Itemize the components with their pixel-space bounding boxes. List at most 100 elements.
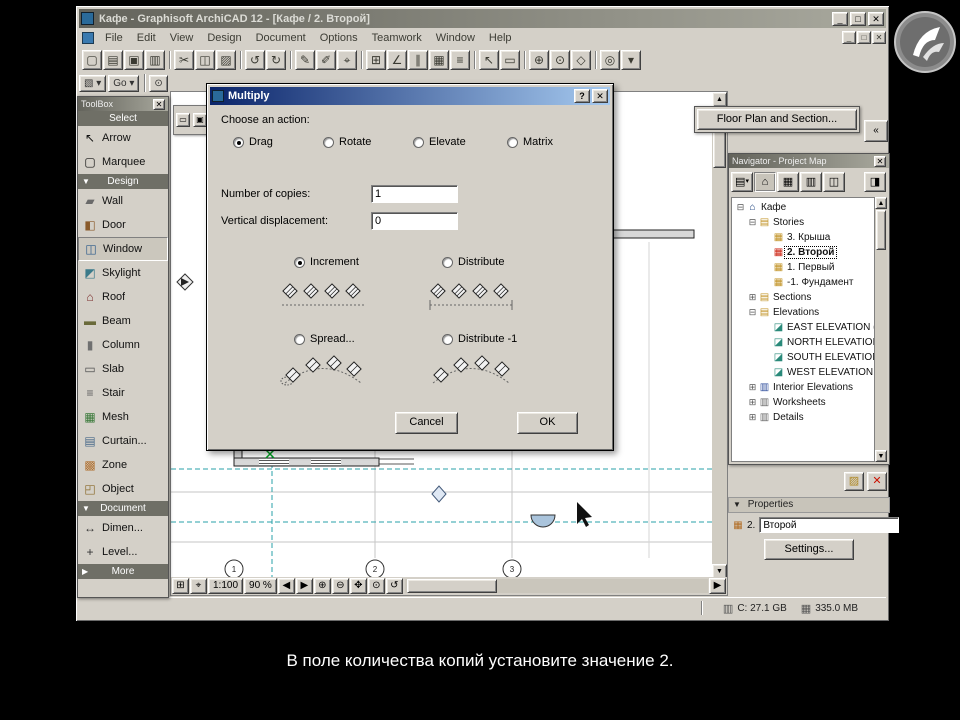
- minimize-button[interactable]: _: [832, 11, 848, 26]
- copies-field[interactable]: [371, 185, 458, 203]
- undo-icon[interactable]: ↺: [245, 50, 265, 70]
- layers-icon[interactable]: ≡: [450, 50, 470, 70]
- zoom-in-icon[interactable]: ⊕: [529, 50, 549, 70]
- vertical-scrollbar[interactable]: ▲ ▼: [712, 92, 727, 579]
- rotate-view-icon[interactable]: ↺: [385, 578, 403, 594]
- tree-item-stories[interactable]: ⊟ ▤ Stories: [732, 215, 874, 230]
- document-icon[interactable]: [82, 31, 94, 44]
- close-button[interactable]: ✕: [868, 11, 884, 26]
- radio-icon[interactable]: [323, 136, 334, 148]
- toolbox-item-mesh[interactable]: ▦ Mesh: [78, 405, 168, 429]
- marquee-tool-icon[interactable]: ▭: [500, 50, 520, 70]
- close-icon[interactable]: ✕: [874, 155, 886, 167]
- tree-item-worksheets[interactable]: ⊞ ▥ Worksheets: [732, 395, 874, 410]
- properties-header[interactable]: ▼ Properties: [728, 497, 890, 513]
- radio-icon[interactable]: [413, 136, 424, 148]
- expand-icon[interactable]: ⊟: [747, 307, 758, 318]
- expand-icon[interactable]: ⊞: [747, 382, 758, 393]
- camera-icon[interactable]: ◎: [600, 50, 620, 70]
- copy-icon[interactable]: ◫: [195, 50, 215, 70]
- close-icon[interactable]: ✕: [153, 98, 165, 110]
- scroll-right-icon[interactable]: ▶: [709, 578, 726, 594]
- menu-options[interactable]: Options: [313, 30, 365, 46]
- grid-snap-icon[interactable]: ▦: [429, 50, 449, 70]
- toolbox-header-document[interactable]: ▼ Document: [78, 501, 168, 516]
- print-icon[interactable]: ▥: [145, 50, 165, 70]
- pen-icon[interactable]: ✎: [295, 50, 315, 70]
- tree-item-story-foundation[interactable]: ▦ -1. Фундамент: [732, 275, 874, 290]
- tree-item-story-3[interactable]: ▦ 3. Крыша: [732, 230, 874, 245]
- zoom-in-icon[interactable]: ⊕: [313, 578, 331, 594]
- expand-icon[interactable]: ⊞: [747, 412, 758, 423]
- expand-icon[interactable]: ⊞: [747, 292, 758, 303]
- menu-help[interactable]: Help: [482, 30, 519, 46]
- menu-window[interactable]: Window: [429, 30, 482, 46]
- toolbox-title-bar[interactable]: ToolBox ✕: [78, 97, 168, 111]
- toolbox-header-select[interactable]: Select: [78, 111, 168, 126]
- toolbox-item-column[interactable]: ▮ Column: [78, 333, 168, 357]
- settings-button[interactable]: Settings...: [764, 539, 854, 560]
- new-file-icon[interactable]: ▢: [82, 50, 102, 70]
- tree-item-sections[interactable]: ⊞ ▤ Sections: [732, 290, 874, 305]
- toolbox-item-level[interactable]: + Level...: [78, 540, 168, 564]
- dialog-title-bar[interactable]: Multiply ? ✕: [210, 87, 610, 105]
- scrollbar-thumb[interactable]: [406, 579, 497, 593]
- new-viewpoint-icon[interactable]: ▨: [844, 471, 864, 491]
- tree-item-story-1[interactable]: ▦ 1. Первый: [732, 260, 874, 275]
- radio-increment[interactable]: Increment: [294, 256, 359, 268]
- radio-icon[interactable]: [442, 256, 453, 268]
- radio-distribute[interactable]: Distribute: [442, 256, 504, 268]
- arrow-tool-icon[interactable]: ↖: [479, 50, 499, 70]
- hidden-palettes-button[interactable]: «: [864, 120, 888, 142]
- 3d-window-icon[interactable]: ◇: [571, 50, 591, 70]
- toolbox-item-beam[interactable]: ▬ Beam: [78, 309, 168, 333]
- radio-icon[interactable]: [294, 333, 305, 345]
- menu-teamwork[interactable]: Teamwork: [365, 30, 429, 46]
- tree-scrollbar[interactable]: ▲ ▼: [875, 197, 887, 462]
- toolbox-item-marquee[interactable]: ▢ Marquee: [78, 150, 168, 174]
- tree-item-interior-elevations[interactable]: ⊞ ▥ Interior Elevations: [732, 380, 874, 395]
- toolbox-item-window[interactable]: ◫ Window: [78, 237, 168, 261]
- horizontal-scrollbar[interactable]: [404, 579, 708, 593]
- maximize-button[interactable]: □: [850, 11, 866, 26]
- expand-icon[interactable]: ⊟: [735, 202, 746, 213]
- tree-item-elevations[interactable]: ⊟ ▤ Elevations: [732, 305, 874, 320]
- menu-view[interactable]: View: [163, 30, 201, 46]
- tree-item-north-elevation[interactable]: ◪ NORTH ELEVATION: [732, 335, 874, 350]
- save-icon[interactable]: ▣: [124, 50, 144, 70]
- settings-dialog-icon[interactable]: ▣: [193, 113, 207, 127]
- radio-rotate[interactable]: Rotate: [323, 136, 371, 148]
- zoom-level-button[interactable]: 90 %: [244, 578, 277, 594]
- menu-document[interactable]: Document: [249, 30, 313, 46]
- toolbox-item-dimension[interactable]: ↔ Dimen...: [78, 516, 168, 540]
- scroll-up-icon[interactable]: ▲: [712, 92, 727, 107]
- pet-palette-icon[interactable]: ⌖: [190, 578, 207, 594]
- radio-icon[interactable]: [507, 136, 518, 148]
- toolbox-header-more[interactable]: ▶ More: [78, 564, 168, 579]
- project-chooser-icon[interactable]: ▤▾: [731, 171, 753, 192]
- cut-icon[interactable]: ✂: [174, 50, 194, 70]
- tree-item-south-elevation[interactable]: ◪ SOUTH ELEVATION: [732, 350, 874, 365]
- expand-icon[interactable]: ⊟: [747, 217, 758, 228]
- zoom-out-icon[interactable]: ⊖: [331, 578, 349, 594]
- radio-elevate[interactable]: Elevate: [413, 136, 466, 148]
- toolbox-item-zone[interactable]: ▩ Zone: [78, 453, 168, 477]
- pickup-parameters-icon[interactable]: ✐: [316, 50, 336, 70]
- vertical-displacement-field[interactable]: [371, 212, 458, 230]
- toolbox-item-curtain-wall[interactable]: ▤ Curtain...: [78, 429, 168, 453]
- publisher-icon[interactable]: ◫: [823, 171, 845, 192]
- open-file-icon[interactable]: ▤: [103, 50, 123, 70]
- view-map-icon[interactable]: ▦: [777, 171, 799, 192]
- redo-icon[interactable]: ↻: [266, 50, 286, 70]
- radio-spread[interactable]: Spread...: [294, 333, 355, 345]
- radio-drag[interactable]: Drag: [233, 136, 273, 148]
- tree-item-story-2[interactable]: ▦ 2. Второй: [732, 245, 874, 260]
- toolbox-item-roof[interactable]: ⌂ Roof: [78, 285, 168, 309]
- radio-icon[interactable]: [442, 333, 453, 345]
- arrow-mode-icon[interactable]: ▭: [176, 113, 190, 127]
- navigator-title-bar[interactable]: Navigator - Project Map ✕: [729, 154, 889, 168]
- go-button[interactable]: Go ▾: [108, 74, 140, 92]
- suspend-groups-icon[interactable]: ⊞: [366, 50, 386, 70]
- fit-in-window-icon[interactable]: ⊙: [367, 578, 385, 594]
- zoom-forward-icon[interactable]: ▶: [295, 578, 313, 594]
